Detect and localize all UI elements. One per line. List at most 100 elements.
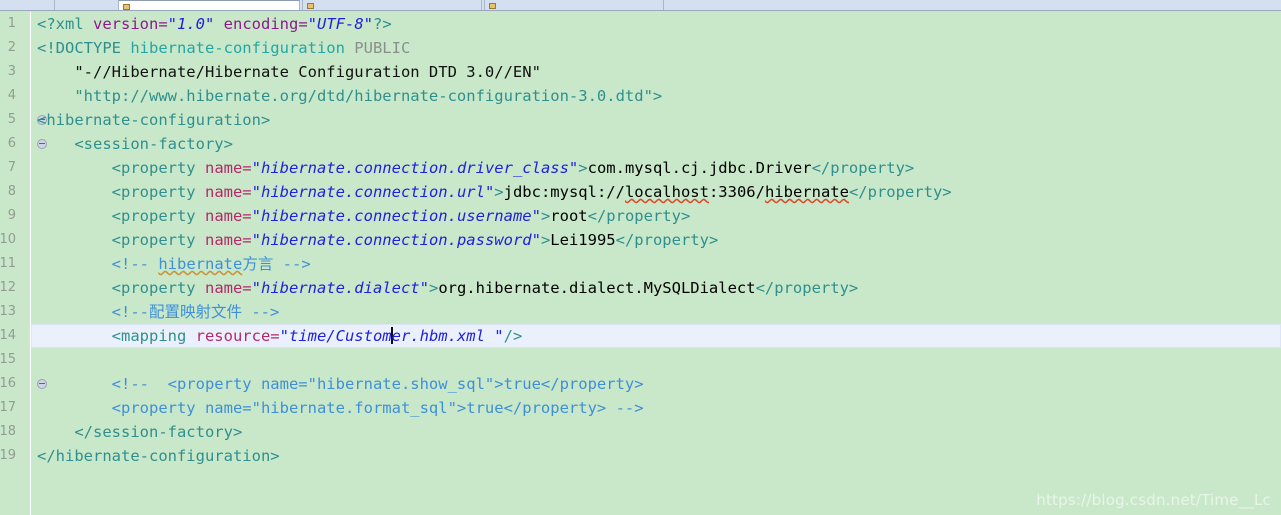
line-number: 14	[0, 328, 16, 343]
code-token: name=	[204, 207, 252, 225]
line-number: 8	[7, 184, 16, 199]
code-token: "hibernate.dialect"	[251, 279, 429, 297]
code-token: "hibernate.connection.username"	[251, 207, 541, 225]
code-line[interactable]: </session-factory>	[31, 420, 1281, 444]
code-token: <property	[37, 231, 205, 249]
code-token: <property	[37, 207, 205, 225]
editor-tab-3[interactable]	[484, 0, 664, 10]
line-number: 15	[0, 352, 16, 367]
code-line[interactable]: <hibernate-configuration>	[31, 108, 1281, 132]
code-line[interactable]: <property name="hibernate.connection.pas…	[31, 228, 1281, 252]
line-number: 18	[0, 424, 16, 439]
line-number: 7	[7, 160, 16, 175]
code-line[interactable]: "-//Hibernate/Hibernate Configuration DT…	[31, 60, 1281, 84]
xml-file-icon	[123, 3, 130, 10]
code-line[interactable]: "http://www.hibernate.org/dtd/hibernate-…	[31, 84, 1281, 108]
code-token: <?xml	[37, 15, 93, 33]
code-line[interactable]	[31, 348, 1281, 372]
editor-tab-2[interactable]	[302, 0, 482, 10]
code-token: <property	[37, 183, 205, 201]
code-folding-gutter[interactable]	[18, 12, 47, 515]
code-token: "1.0"	[167, 15, 215, 33]
code-token: encoding=	[223, 15, 308, 33]
code-token: :3306/	[708, 183, 765, 201]
code-token: Lei1995	[550, 231, 616, 249]
code-token: localhost	[624, 183, 709, 201]
line-number: 3	[7, 64, 16, 79]
editor-window: 1 2 3 4 5 6 7 8 9 10 11 12 13 14 15 16 17 18 19 <?xml vers…	[0, 0, 1281, 515]
code-token: <property	[37, 279, 205, 297]
editor-tab-1[interactable]	[118, 0, 300, 10]
line-number: 11	[0, 256, 16, 271]
code-token: <session-factory>	[37, 135, 233, 153]
code-token: />	[503, 327, 523, 345]
code-editor[interactable]: 1 2 3 4 5 6 7 8 9 10 11 12 13 14 15 16 17 18 19 <?xml vers…	[0, 12, 1281, 515]
code-token: PUBLIC	[344, 39, 411, 57]
code-token: org.hibernate.dialect.MySQLDialect	[438, 279, 756, 297]
code-token: name=	[204, 159, 252, 177]
code-token: "http://www.hibernate.org/dtd/hibernate-…	[37, 87, 663, 105]
line-number: 16	[0, 376, 16, 391]
code-line[interactable]: <property name="hibernate.dialect">org.h…	[31, 276, 1281, 300]
code-token: <!-- <property name="hibernate.show_sql"…	[37, 375, 644, 393]
code-token: >	[578, 159, 588, 177]
code-line[interactable]: <?xml version="1.0" encoding="UTF-8"?>	[31, 12, 1281, 36]
code-token: <!--	[37, 255, 159, 273]
code-token: name=	[204, 231, 252, 249]
code-token: </property>	[755, 279, 859, 297]
code-token: 方言 -->	[242, 255, 311, 273]
code-line[interactable]: </hibernate-configuration>	[31, 444, 1281, 468]
code-token: jdbc:mysql://	[503, 183, 625, 201]
line-number: 5	[7, 112, 16, 127]
code-line[interactable]: <mapping resource="time/Customer.hbm.xml…	[31, 324, 1281, 348]
code-token: <mapping	[37, 327, 196, 345]
line-number: 2	[7, 40, 16, 55]
code-token: <!--配置映射文件 -->	[37, 303, 280, 321]
code-token: >	[428, 279, 439, 297]
line-number: 13	[0, 304, 16, 319]
line-number: 9	[7, 208, 16, 223]
code-token: er.hbm.xml "	[391, 327, 504, 345]
code-line[interactable]: <property name="hibernate.format_sql">tr…	[31, 396, 1281, 420]
editor-tab-strip[interactable]	[0, 0, 1281, 11]
code-line[interactable]: <property name="hibernate.connection.dri…	[31, 156, 1281, 180]
code-token: "hibernate.connection.driver_class"	[251, 159, 579, 177]
code-text-area[interactable]: <?xml version="1.0" encoding="UTF-8"?> <!…	[31, 12, 1281, 515]
code-line[interactable]: <!DOCTYPE hibernate-configuration PUBLIC	[31, 36, 1281, 60]
line-number: 12	[0, 280, 16, 295]
code-token: name=	[204, 183, 252, 201]
code-token: >	[540, 231, 551, 249]
code-token: "time/Custom	[279, 327, 392, 345]
code-token: <hibernate-configuration>	[37, 111, 271, 129]
code-token: com.mysql.cj.jdbc.Driver	[587, 159, 812, 177]
code-token: "UTF-8"	[307, 15, 373, 33]
code-line[interactable]: <!-- hibernate方言 -->	[31, 252, 1281, 276]
line-number: 6	[7, 136, 16, 151]
code-token: </session-factory>	[37, 423, 243, 441]
code-line[interactable]: <property name="hibernate.connection.url…	[31, 180, 1281, 204]
code-line[interactable]: <session-factory>	[31, 132, 1281, 156]
line-number: 4	[7, 88, 16, 103]
code-token: >	[540, 207, 551, 225]
code-token: hibernate	[764, 183, 849, 201]
line-number: 19	[0, 448, 16, 463]
code-token: </property>	[811, 159, 915, 177]
code-token: <!DOCTYPE	[37, 39, 131, 57]
code-token: root	[550, 207, 588, 225]
code-token: <property	[37, 159, 205, 177]
xml-file-icon	[489, 2, 496, 9]
code-token: "hibernate.connection.url"	[251, 183, 495, 201]
editor-tab-0[interactable]	[0, 0, 55, 10]
code-token: >	[494, 183, 504, 201]
code-token: </property>	[615, 231, 719, 249]
code-token: ?>	[373, 15, 392, 33]
code-token: </property>	[848, 183, 952, 201]
code-token: version=	[93, 15, 168, 33]
code-token: "-//Hibernate/Hibernate Configuration DT…	[37, 63, 541, 81]
code-line[interactable]: <property name="hibernate.connection.use…	[31, 204, 1281, 228]
code-line[interactable]: <!--配置映射文件 -->	[31, 300, 1281, 324]
line-number: 1	[7, 16, 16, 31]
xml-file-icon	[307, 2, 314, 9]
code-line[interactable]: <!-- <property name="hibernate.show_sql"…	[31, 372, 1281, 396]
